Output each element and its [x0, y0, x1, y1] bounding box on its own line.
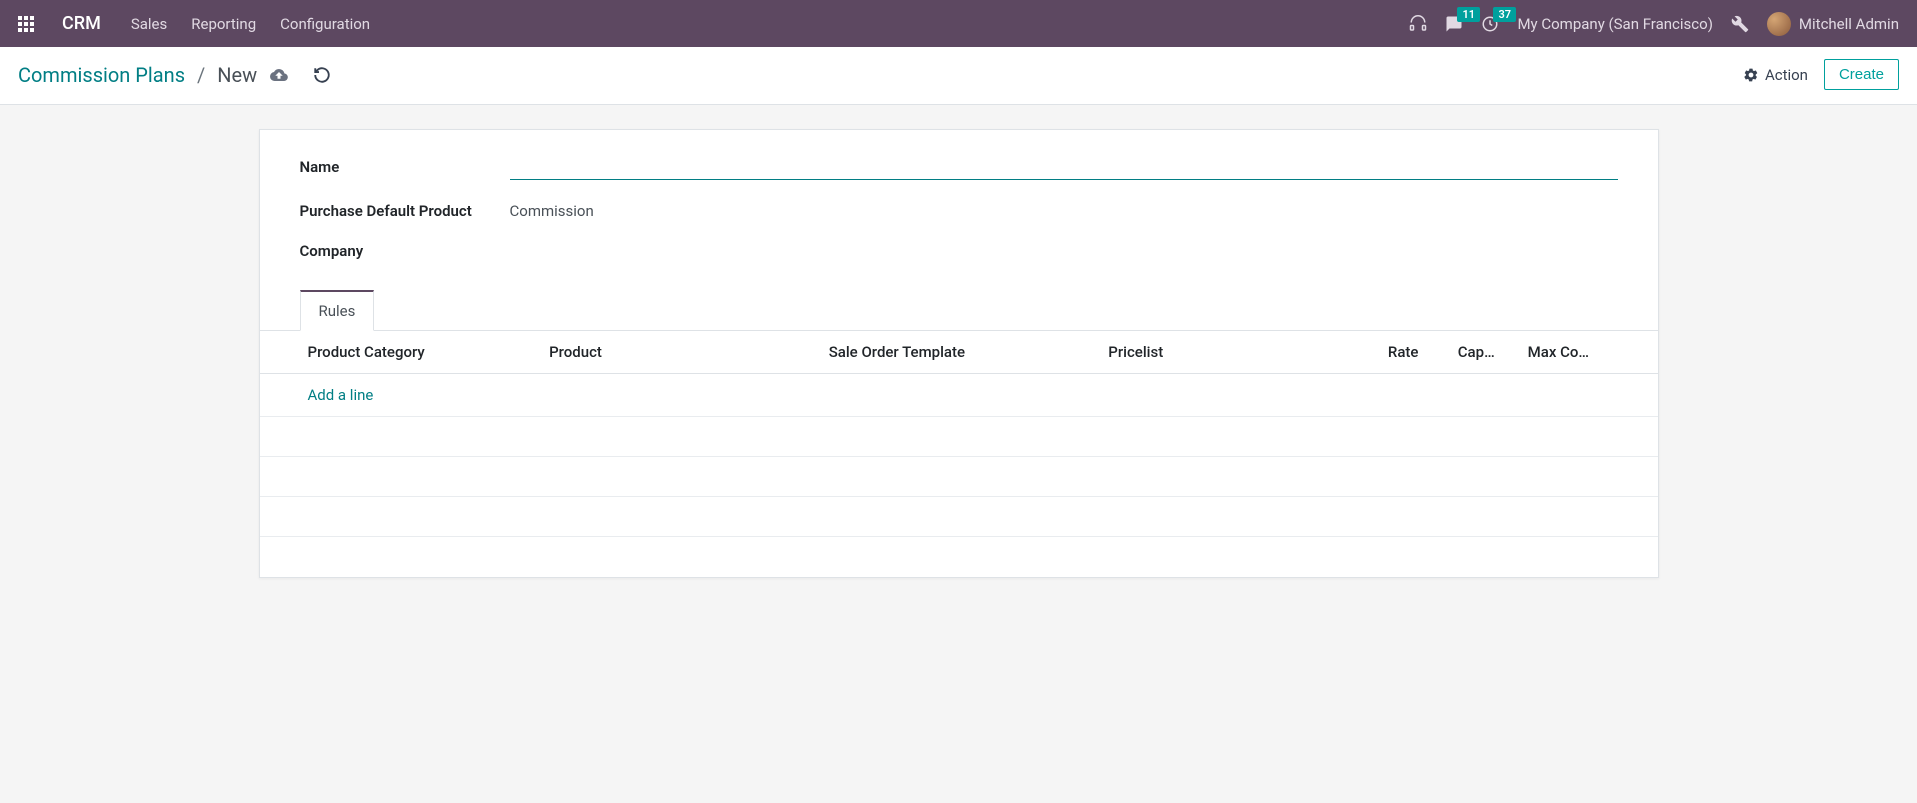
apps-icon[interactable] — [18, 16, 34, 32]
tabs: Rules Product Category — [300, 290, 1618, 537]
activities-badge: 37 — [1493, 7, 1516, 22]
avatar — [1767, 12, 1791, 36]
user-name: Mitchell Admin — [1799, 15, 1899, 33]
value-purchase-default-product[interactable]: Commission — [510, 198, 1618, 224]
action-dropdown[interactable]: Action — [1743, 66, 1808, 84]
navbar-right: 11 37 My Company (San Francisco) Mitchel… — [1409, 12, 1899, 36]
nav-configuration[interactable]: Configuration — [280, 15, 370, 33]
input-name[interactable] — [510, 154, 1618, 180]
cloud-save-icon[interactable] — [269, 66, 289, 84]
add-line-button[interactable]: Add a line — [308, 386, 374, 404]
label-company: Company — [300, 242, 510, 260]
row-company: Company — [300, 242, 1618, 260]
col-sale-order-template[interactable]: Sale Order Template — [819, 331, 1099, 374]
breadcrumb-sep: / — [197, 63, 205, 87]
label-name: Name — [300, 158, 510, 176]
navbar-left: CRM Sales Reporting Configuration — [18, 13, 370, 34]
tab-rules[interactable]: Rules — [300, 290, 375, 331]
table-row-add: Add a line — [260, 374, 1658, 417]
nav-reporting[interactable]: Reporting — [191, 15, 256, 33]
company-switcher[interactable]: My Company (San Francisco) — [1517, 15, 1712, 33]
voip-icon[interactable] — [1409, 15, 1427, 33]
breadcrumb: Commission Plans / New — [18, 63, 331, 87]
navbar: CRM Sales Reporting Configuration 11 37 … — [0, 0, 1917, 47]
label-purchase-default-product: Purchase Default Product — [300, 202, 510, 220]
tab-list: Rules — [260, 290, 1658, 331]
app-brand[interactable]: CRM — [62, 13, 101, 34]
form-sheet: Name Purchase Default Product Commission… — [259, 129, 1659, 578]
messages-icon[interactable]: 11 — [1445, 15, 1463, 33]
gear-icon — [1743, 67, 1759, 83]
col-pricelist[interactable]: Pricelist — [1098, 331, 1378, 374]
nav-menu: Sales Reporting Configuration — [131, 15, 370, 33]
value-company[interactable] — [510, 247, 1618, 255]
breadcrumb-parent[interactable]: Commission Plans — [18, 63, 185, 87]
table-row-empty — [260, 497, 1658, 537]
activities-icon[interactable]: 37 — [1481, 15, 1499, 33]
table-row-empty — [260, 457, 1658, 497]
content: Name Purchase Default Product Commission… — [0, 105, 1917, 618]
action-label: Action — [1765, 66, 1808, 84]
user-menu[interactable]: Mitchell Admin — [1767, 12, 1899, 36]
discard-icon[interactable] — [313, 66, 331, 84]
control-panel-right: Action Create — [1743, 59, 1899, 90]
rules-table: Product Category Product Sale Order Temp… — [260, 331, 1658, 537]
nav-sales[interactable]: Sales — [131, 15, 167, 33]
debug-icon[interactable] — [1731, 15, 1749, 33]
messages-badge: 11 — [1457, 7, 1480, 22]
control-panel: Commission Plans / New Action Create — [0, 47, 1917, 105]
create-button[interactable]: Create — [1824, 59, 1899, 90]
table-row-empty — [260, 417, 1658, 457]
row-name: Name — [300, 154, 1618, 180]
col-max-commission[interactable]: Max Co… — [1518, 331, 1658, 374]
row-purchase-default-product: Purchase Default Product Commission — [300, 198, 1618, 224]
col-rate[interactable]: Rate — [1378, 331, 1448, 374]
col-capped[interactable]: Cap… — [1448, 331, 1518, 374]
col-product[interactable]: Product — [539, 331, 819, 374]
breadcrumb-current: New — [217, 63, 257, 87]
rules-table-wrap: Product Category Product Sale Order Temp… — [260, 331, 1658, 537]
col-product-category[interactable]: Product Category — [260, 331, 540, 374]
